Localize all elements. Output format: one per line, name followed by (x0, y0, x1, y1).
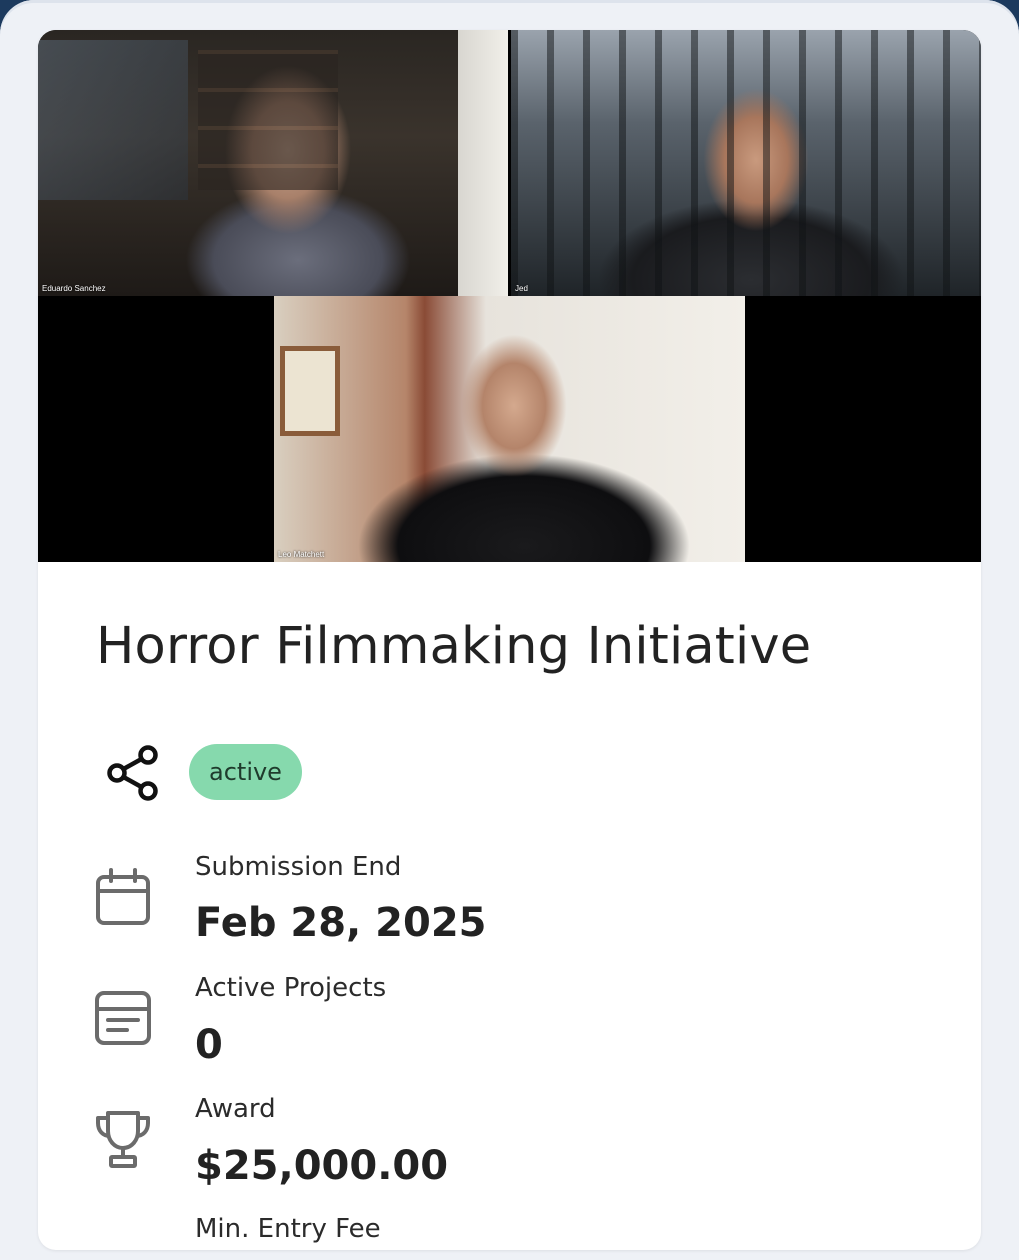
active-projects-value: 0 (195, 1022, 223, 1068)
participant-tile: Jed (511, 30, 981, 296)
participant-name: Leo Matchett (278, 550, 325, 559)
award-label: Award (195, 1094, 276, 1124)
initiative-title: Horror Filmmaking Initiative (96, 617, 812, 676)
participant-name: Eduardo Sanchez (42, 284, 106, 293)
video-call-image: Eduardo Sanchez Jed Leo Matchett (38, 30, 981, 562)
award-value: $25,000.00 (195, 1143, 449, 1189)
participant-tile: Leo Matchett (274, 296, 745, 562)
submission-end-value: Feb 28, 2025 (195, 900, 487, 946)
list-card-icon (95, 991, 151, 1045)
participant-tile: Eduardo Sanchez (38, 30, 508, 296)
participant-name: Jed (515, 284, 528, 293)
submission-end-label: Submission End (195, 852, 402, 882)
trophy-icon (96, 1111, 150, 1168)
status-badge: active (189, 744, 302, 800)
min-entry-fee-label: Min. Entry Fee (195, 1214, 381, 1244)
active-projects-label: Active Projects (195, 973, 387, 1003)
calendar-icon (96, 868, 150, 925)
share-icon[interactable] (104, 742, 162, 804)
initiative-card[interactable]: Eduardo Sanchez Jed Leo Matchett Horror … (38, 30, 981, 1250)
